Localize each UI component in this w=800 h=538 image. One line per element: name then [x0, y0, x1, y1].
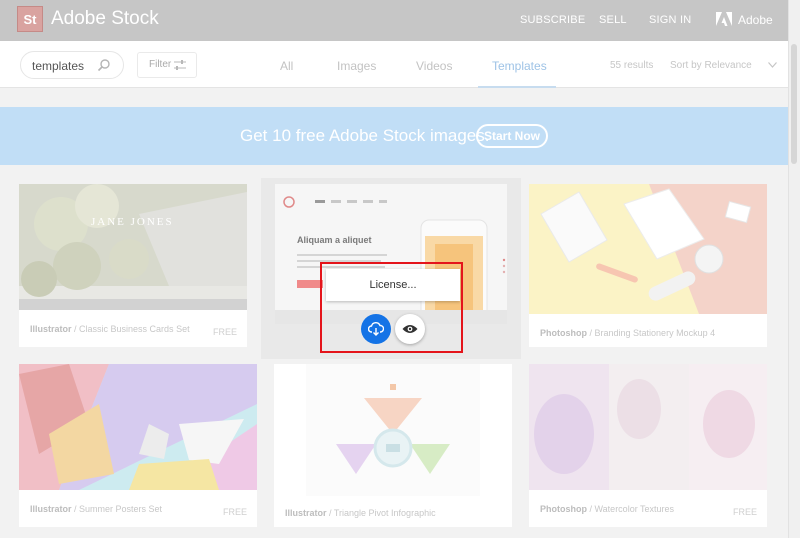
tab-images[interactable]: Images	[337, 59, 376, 73]
card-caption: Photoshop / Branding Stationery Mockup 4	[540, 328, 716, 338]
card-thumbnail[interactable]	[306, 364, 480, 496]
search-input[interactable]: templates	[32, 59, 84, 73]
card-caption: Illustrator / Summer Posters Set	[30, 504, 163, 514]
promo-banner: Get 10 free Adobe Stock images. Start No…	[0, 107, 788, 165]
adobe-stock-logo[interactable]: St	[17, 6, 43, 32]
card-thumbnail[interactable]	[19, 184, 247, 310]
tab-videos[interactable]: Videos	[416, 59, 452, 73]
subscribe-link[interactable]: SUBSCRIBE	[520, 14, 585, 26]
brand-name[interactable]: Adobe Stock	[51, 8, 159, 30]
tab-all[interactable]: All	[280, 59, 293, 73]
template-card-business-cards[interactable]: JANE JONES Illustrator / Classic Busines…	[19, 184, 247, 347]
card-overlay-text: Aliquam a aliquet	[297, 235, 372, 245]
card-caption: Illustrator / Triangle Pivot Infographic	[285, 508, 436, 518]
card-caption: Photoshop / Watercolor Textures	[540, 504, 675, 514]
card-thumbnail[interactable]	[529, 364, 767, 490]
price-badge: FREE	[732, 507, 757, 517]
adobe-logo-icon[interactable]	[716, 12, 732, 26]
sign-in-link[interactable]: SIGN IN	[649, 14, 691, 26]
tab-templates[interactable]: Templates	[492, 59, 547, 73]
chevron-down-icon[interactable]	[768, 62, 777, 68]
active-tab-indicator	[478, 86, 556, 88]
filter-label: Filter	[149, 59, 172, 70]
highlight-box	[320, 262, 463, 353]
results-count: 55 results	[610, 60, 654, 71]
search-box[interactable]: templates	[20, 51, 124, 79]
price-badge: FREE	[212, 327, 237, 337]
sliders-icon	[174, 60, 186, 70]
search-icon[interactable]	[97, 58, 111, 72]
scrollbar-thumb[interactable]	[791, 44, 797, 164]
card-thumbnail[interactable]	[529, 184, 767, 314]
template-card-watercolor-textures[interactable]: Photoshop / Watercolor Textures FREE	[529, 364, 767, 527]
card-overlay-text: JANE JONES	[91, 216, 174, 228]
template-card-branding-mockup[interactable]: Photoshop / Branding Stationery Mockup 4	[529, 184, 767, 347]
price-badge: FREE	[222, 507, 247, 517]
filter-button[interactable]: Filter	[137, 52, 197, 78]
card-thumbnail[interactable]	[19, 364, 257, 490]
start-now-button[interactable]: Start Now	[476, 124, 548, 148]
sort-dropdown[interactable]: Sort by Relevance	[670, 60, 752, 71]
top-bar: St Adobe Stock SUBSCRIBE SELL SIGN IN Ad…	[0, 0, 800, 41]
template-card-triangle-infographic[interactable]: Illustrator / Triangle Pivot Infographic	[274, 364, 512, 527]
adobe-link[interactable]: Adobe	[738, 13, 773, 27]
search-filter-bar: templates Filter All Images Videos Templ…	[0, 41, 788, 88]
banner-text: Get 10 free Adobe Stock images.	[240, 126, 490, 145]
template-card-summer-posters[interactable]: Illustrator / Summer Posters Set FREE	[19, 364, 257, 527]
sell-link[interactable]: SELL	[599, 14, 627, 26]
card-caption: Illustrator / Classic Business Cards Set	[30, 324, 190, 334]
